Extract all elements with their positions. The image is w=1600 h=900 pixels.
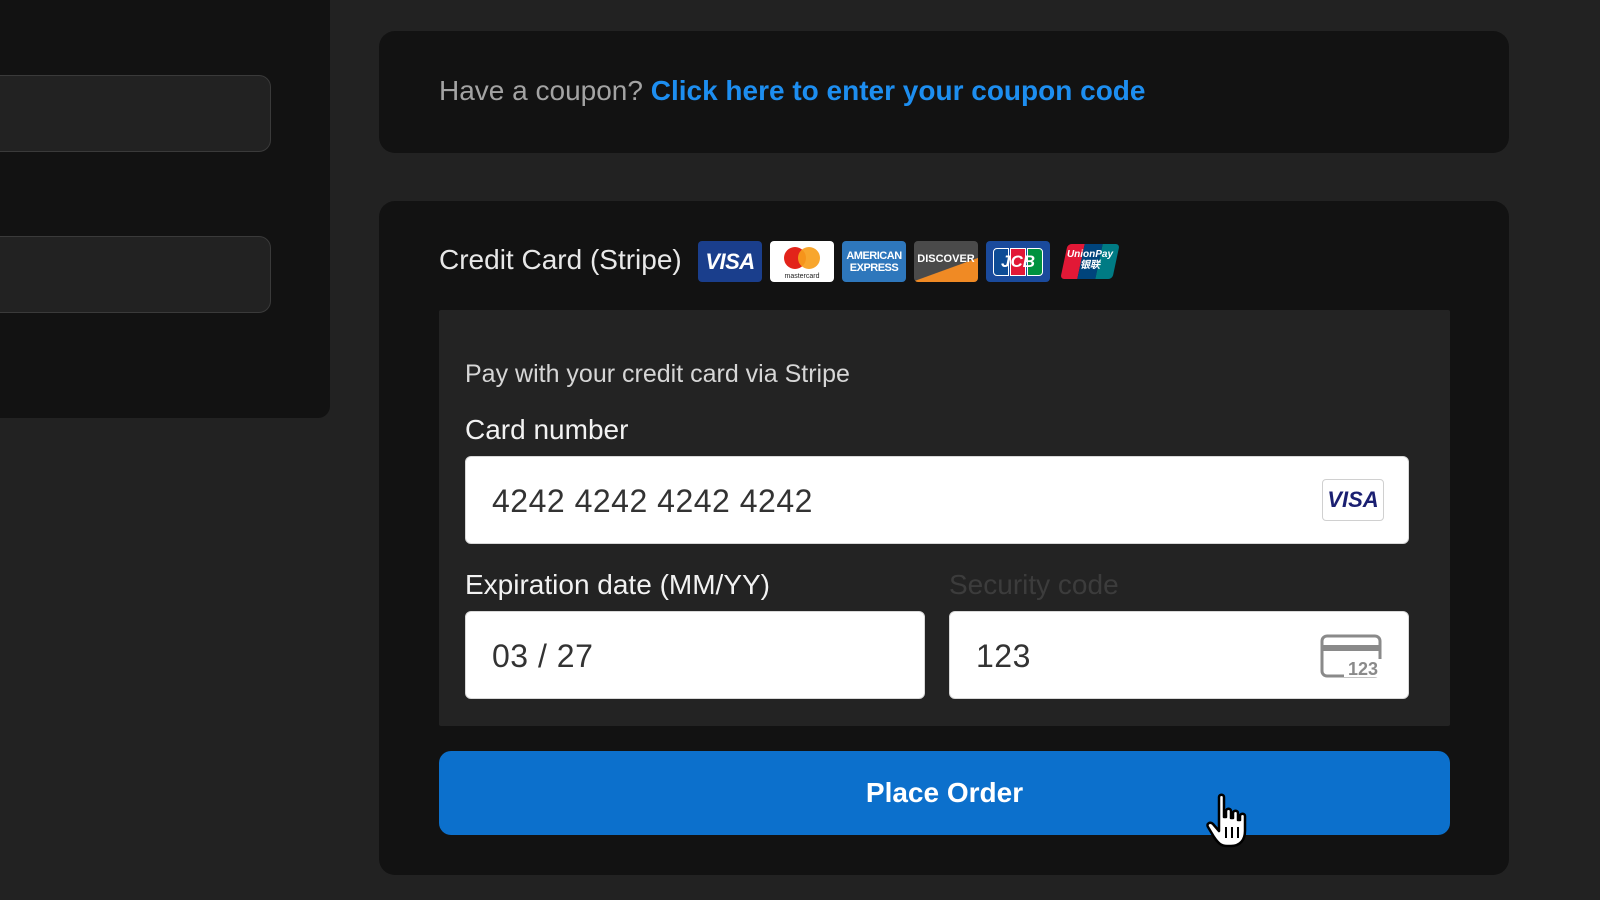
card-number-value: 4242 4242 4242 4242 [492, 483, 813, 519]
coupon-prefix: Have a coupon? [439, 75, 643, 106]
svg-text:123: 123 [1348, 659, 1378, 678]
stripe-card-form: Pay with your credit card via Stripe Car… [439, 310, 1450, 726]
discover-logo-icon: DISCOVER [914, 241, 978, 282]
expiration-date-value: 03 / 27 [492, 638, 594, 674]
unionpay-logo-icon: UnionPay 银联 [1058, 241, 1122, 282]
card-number-input[interactable]: 4242 4242 4242 4242 VISA [465, 456, 1409, 544]
place-order-button[interactable]: Place Order [439, 751, 1450, 835]
coupon-text: Have a coupon? Click here to enter your … [439, 75, 1145, 107]
expiration-date-label: Expiration date (MM/YY) [465, 569, 770, 600]
payment-description: Pay with your credit card via Stripe [465, 360, 850, 388]
card-number-label: Card number [465, 414, 629, 445]
hand-pointer-cursor-icon [1206, 793, 1247, 848]
amex-logo-icon: AMERICAN EXPRESS [842, 241, 906, 282]
billing-panel [0, 0, 330, 418]
billing-field[interactable] [0, 75, 271, 152]
payment-section: Credit Card (Stripe) VISA mastercard AME… [379, 201, 1509, 875]
mastercard-logo-icon: mastercard [770, 241, 834, 282]
expiration-date-input[interactable]: 03 / 27 [465, 611, 925, 699]
payment-method-label[interactable]: Credit Card (Stripe) [439, 244, 682, 276]
card-cvc-icon: 123 [1320, 634, 1382, 678]
coupon-link[interactable]: Click here to enter your coupon code [651, 75, 1146, 106]
security-code-value: 123 [976, 638, 1031, 674]
security-code-label: Security code [949, 569, 1119, 600]
visa-logo-icon: VISA [698, 241, 762, 282]
visa-card-brand-icon: VISA [1322, 479, 1384, 521]
svg-text:mastercard: mastercard [784, 273, 819, 280]
coupon-notice: Have a coupon? Click here to enter your … [379, 31, 1509, 153]
billing-field[interactable] [0, 236, 271, 313]
security-code-input[interactable]: 123 123 [949, 611, 1409, 699]
jcb-logo-icon: JCB [986, 241, 1050, 282]
